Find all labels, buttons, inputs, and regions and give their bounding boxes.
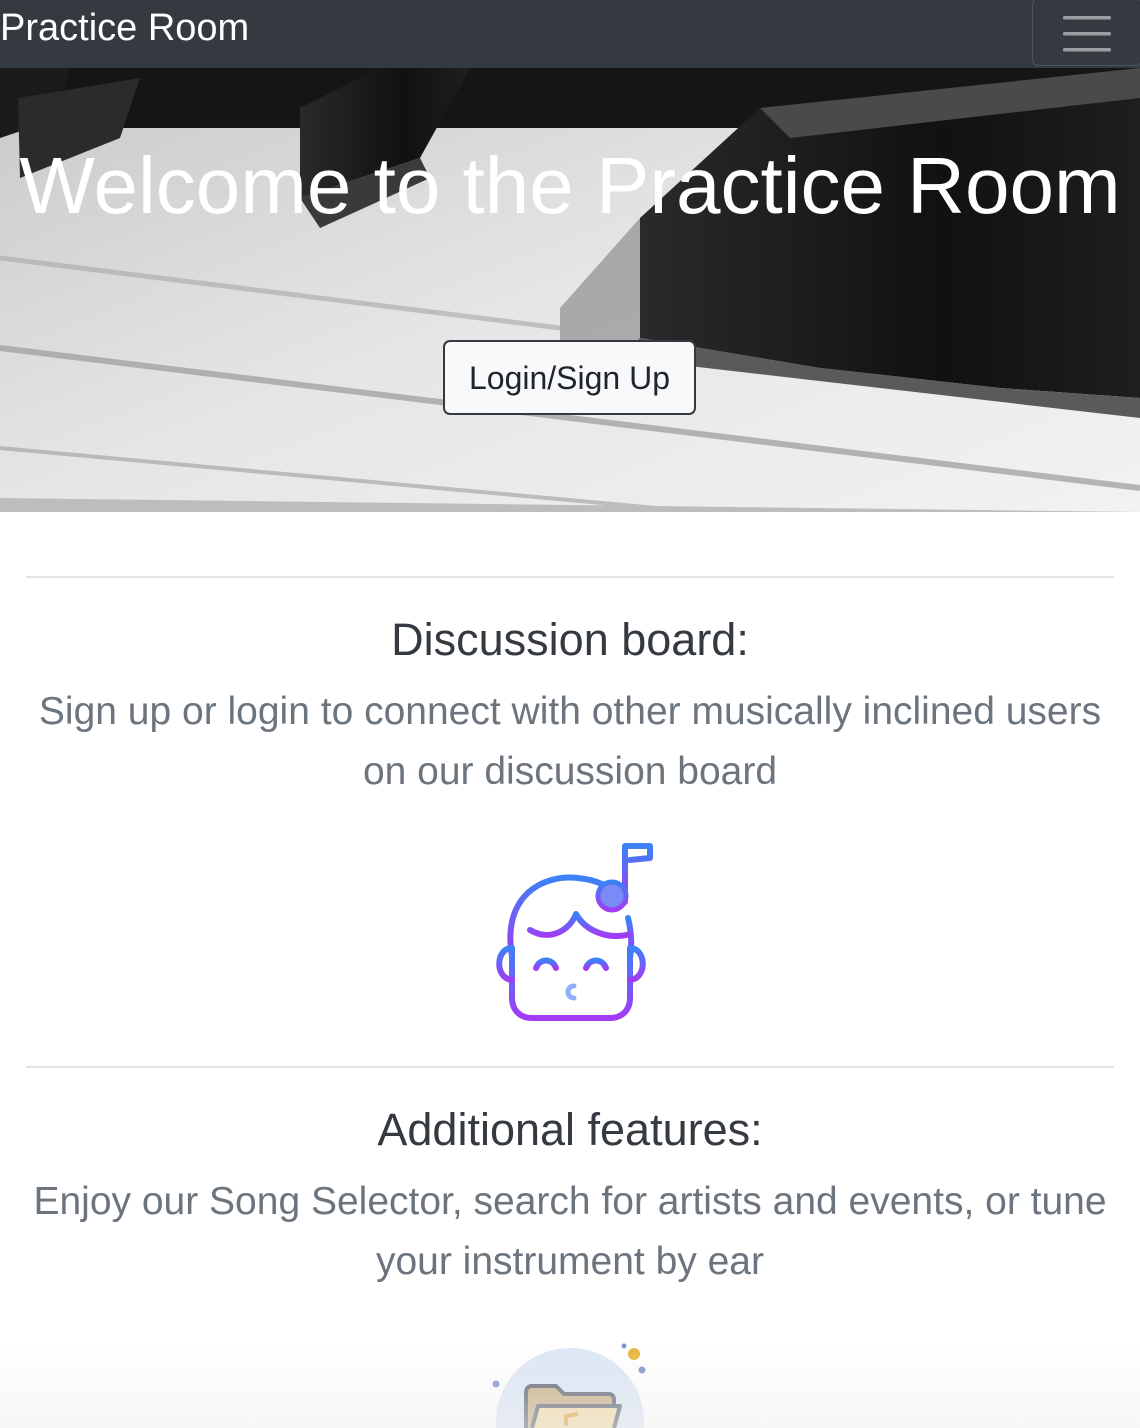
additional-features-heading: Additional features: xyxy=(377,1104,763,1155)
music-folder-icon xyxy=(492,1343,646,1428)
login-signup-button[interactable]: Login/Sign Up xyxy=(443,340,696,415)
hamburger-menu-icon xyxy=(1063,16,1111,52)
additional-features-description: Enjoy our Song Selector, search for arti… xyxy=(33,1180,1107,1283)
discussion-board-heading: Discussion board: xyxy=(391,614,749,665)
piano-keys-background-image xyxy=(0,68,1140,512)
navbar-toggle-button[interactable] xyxy=(1032,0,1140,66)
navbar-brand[interactable]: Practice Room xyxy=(0,8,249,48)
hero-title: Welcome to the Practice Room xyxy=(19,141,1121,230)
hero-banner: Welcome to the Practice Room Login/Sign … xyxy=(0,68,1140,512)
section-divider xyxy=(26,576,1114,578)
singing-child-icon xyxy=(496,843,653,1021)
section-divider xyxy=(26,1066,1114,1068)
discussion-board-description: Sign up or login to connect with other m… xyxy=(38,690,1102,793)
navbar: Practice Room xyxy=(0,0,1140,68)
